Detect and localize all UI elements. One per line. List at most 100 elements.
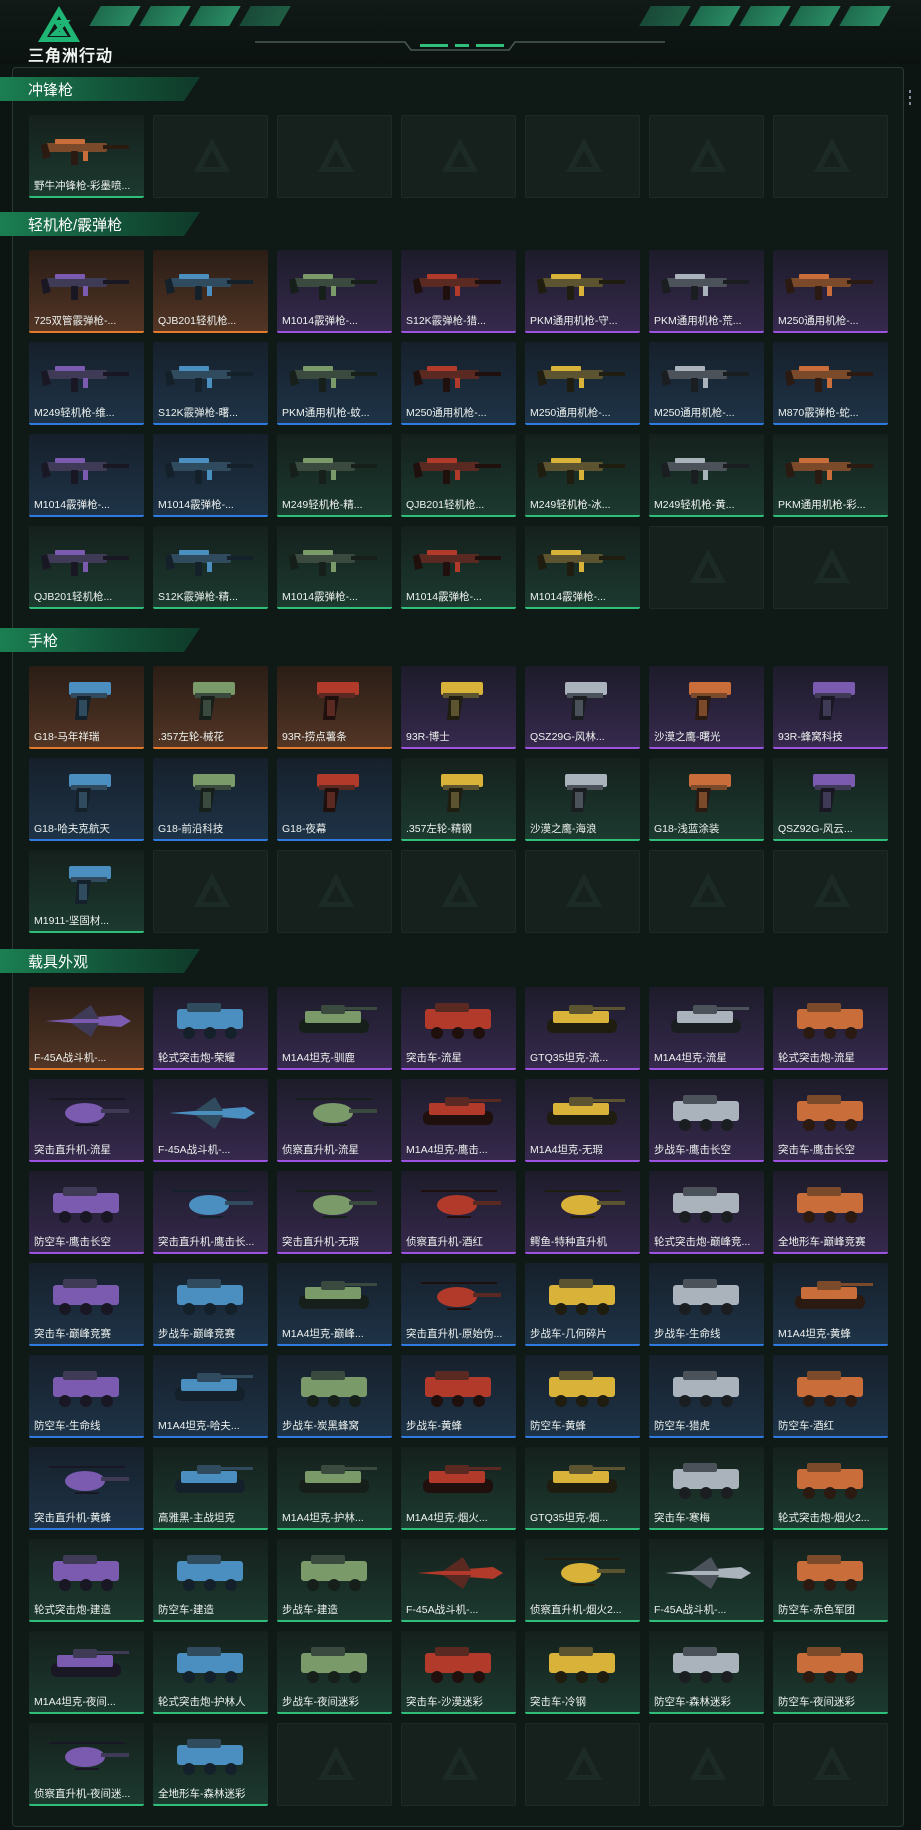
skin-card[interactable]: M250通用机枪-... bbox=[773, 250, 888, 333]
skin-card[interactable]: 轮式突击炮-巅峰竞... bbox=[649, 1171, 764, 1254]
skin-card[interactable]: M249轻机枪-维... bbox=[29, 342, 144, 425]
skin-card[interactable]: 防空车-鹰击长空 bbox=[29, 1171, 144, 1254]
skin-card[interactable]: F-45A战斗机-... bbox=[401, 1539, 516, 1622]
skin-card[interactable]: 防空车-黄蜂 bbox=[525, 1355, 640, 1438]
skin-card[interactable]: F-45A战斗机-... bbox=[153, 1079, 268, 1162]
skin-card[interactable]: GTQ35坦克-流... bbox=[525, 987, 640, 1070]
skin-card[interactable]: M1014霰弹枪-... bbox=[153, 434, 268, 517]
skin-card[interactable]: .357左轮-械花 bbox=[153, 666, 268, 749]
skin-card[interactable]: QSZ92G-风云... bbox=[773, 758, 888, 841]
skin-card[interactable]: 防空车-赤色军团 bbox=[773, 1539, 888, 1622]
skin-card[interactable]: M1A4坦克-流星 bbox=[649, 987, 764, 1070]
skin-card[interactable]: S12K霰弹枪-曙... bbox=[153, 342, 268, 425]
skin-card[interactable]: M1A4坦克-护林... bbox=[277, 1447, 392, 1530]
skin-card[interactable]: 突击车-寒梅 bbox=[649, 1447, 764, 1530]
skin-card[interactable]: PKM通用机枪-彩... bbox=[773, 434, 888, 517]
skin-card[interactable]: QJB201轻机枪... bbox=[401, 434, 516, 517]
skin-card[interactable]: 轮式突击炮-流星 bbox=[773, 987, 888, 1070]
skin-card[interactable]: M250通用机枪-... bbox=[525, 342, 640, 425]
skin-card[interactable]: 沙漠之鹰-海浪 bbox=[525, 758, 640, 841]
skin-card[interactable]: 93R-博士 bbox=[401, 666, 516, 749]
skin-card[interactable]: 轮式突击炮-建造 bbox=[29, 1539, 144, 1622]
skin-card[interactable]: F-45A战斗机-... bbox=[649, 1539, 764, 1622]
skin-card[interactable]: M1014霰弹枪-... bbox=[401, 526, 516, 609]
skin-card[interactable]: M1A4坦克-哈夫... bbox=[153, 1355, 268, 1438]
skin-card[interactable]: .357左轮-精钢 bbox=[401, 758, 516, 841]
skin-card[interactable]: M1A4坦克-巅峰... bbox=[277, 1263, 392, 1346]
skin-card[interactable]: 沙漠之鹰-曙光 bbox=[649, 666, 764, 749]
skin-card[interactable]: G18-前沿科技 bbox=[153, 758, 268, 841]
skin-card[interactable]: M1014霰弹枪-... bbox=[277, 526, 392, 609]
skin-card[interactable]: 轮式突击炮-护林人 bbox=[153, 1631, 268, 1714]
skin-card[interactable]: 93R-捞点薯条 bbox=[277, 666, 392, 749]
skin-card[interactable]: M1A4坦克-驯鹿 bbox=[277, 987, 392, 1070]
skin-card[interactable]: M250通用机枪-... bbox=[649, 342, 764, 425]
skin-card[interactable]: 突击直升机-流星 bbox=[29, 1079, 144, 1162]
skin-card[interactable]: G18-浅蓝涂装 bbox=[649, 758, 764, 841]
skin-card[interactable]: 93R-蜂窝科技 bbox=[773, 666, 888, 749]
skin-card[interactable]: M249轻机枪-冰... bbox=[525, 434, 640, 517]
skin-card[interactable]: 防空车-猎虎 bbox=[649, 1355, 764, 1438]
skin-card[interactable]: 突击车-鹰击长空 bbox=[773, 1079, 888, 1162]
skin-card[interactable]: 防空车-生命线 bbox=[29, 1355, 144, 1438]
skin-card[interactable]: 防空车-森林迷彩 bbox=[649, 1631, 764, 1714]
skin-card[interactable]: 突击直升机-鹰击长... bbox=[153, 1171, 268, 1254]
skin-card[interactable]: 步战车-建造 bbox=[277, 1539, 392, 1622]
skin-card[interactable]: QSZ29G-风林... bbox=[525, 666, 640, 749]
skin-card[interactable]: 突击直升机-原始伪... bbox=[401, 1263, 516, 1346]
skin-card[interactable]: 突击车-沙漠迷彩 bbox=[401, 1631, 516, 1714]
skin-card[interactable]: PKM通用机枪-荒... bbox=[649, 250, 764, 333]
skin-card[interactable]: 防空车-夜间迷彩 bbox=[773, 1631, 888, 1714]
skin-card[interactable]: 725双管霰弹枪-... bbox=[29, 250, 144, 333]
skin-card[interactable]: 轮式突击炮-烟火2... bbox=[773, 1447, 888, 1530]
skin-card[interactable]: QJB201轻机枪... bbox=[29, 526, 144, 609]
skin-card[interactable]: M870霰弹枪-蛇... bbox=[773, 342, 888, 425]
skin-card[interactable]: 全地形车-森林迷彩 bbox=[153, 1723, 268, 1806]
skin-card[interactable]: 突击车-流星 bbox=[401, 987, 516, 1070]
skin-card[interactable]: 突击直升机-无瑕 bbox=[277, 1171, 392, 1254]
skin-card[interactable]: 步战车-鹰击长空 bbox=[649, 1079, 764, 1162]
skin-card[interactable]: S12K霰弹枪-精... bbox=[153, 526, 268, 609]
skin-card[interactable]: 步战车-夜间迷彩 bbox=[277, 1631, 392, 1714]
skin-card[interactable]: M1014霰弹枪-... bbox=[29, 434, 144, 517]
skin-card[interactable]: 步战车-巅峰竞赛 bbox=[153, 1263, 268, 1346]
skin-card[interactable]: 防空车-酒红 bbox=[773, 1355, 888, 1438]
skin-card[interactable]: M249轻机枪-精... bbox=[277, 434, 392, 517]
skin-card[interactable]: 野牛冲锋枪-彩墨喷... bbox=[29, 115, 144, 198]
skin-card[interactable]: M1A4坦克-鹰击... bbox=[401, 1079, 516, 1162]
skin-card[interactable]: QJB201轻机枪... bbox=[153, 250, 268, 333]
skin-card[interactable]: 突击直升机-黄蜂 bbox=[29, 1447, 144, 1530]
skin-card[interactable]: 步战车-几何碎片 bbox=[525, 1263, 640, 1346]
skin-card[interactable]: M1014霰弹枪-... bbox=[277, 250, 392, 333]
skin-card[interactable]: M1A4坦克-黄蜂 bbox=[773, 1263, 888, 1346]
skin-card[interactable]: S12K霰弹枪-猎... bbox=[401, 250, 516, 333]
skin-card[interactable]: 全地形车-巅峰竞赛 bbox=[773, 1171, 888, 1254]
skin-card[interactable]: GTQ35坦克-烟... bbox=[525, 1447, 640, 1530]
skin-card[interactable]: 侦察直升机-烟火2... bbox=[525, 1539, 640, 1622]
skin-card[interactable]: 侦察直升机-流星 bbox=[277, 1079, 392, 1162]
skin-card[interactable]: M249轻机枪-黄... bbox=[649, 434, 764, 517]
skin-card[interactable]: 突击车-冷钢 bbox=[525, 1631, 640, 1714]
skin-card[interactable]: PKM通用机枪-蚊... bbox=[277, 342, 392, 425]
skin-card[interactable]: 鳄鱼-特种直升机 bbox=[525, 1171, 640, 1254]
skin-card[interactable]: 步战车-炭黑蜂窝 bbox=[277, 1355, 392, 1438]
skin-card[interactable]: 高雅黑-主战坦克 bbox=[153, 1447, 268, 1530]
skin-card[interactable]: 侦察直升机-夜间迷... bbox=[29, 1723, 144, 1806]
skin-card[interactable]: M1911-坚固材... bbox=[29, 850, 144, 933]
skin-card[interactable]: G18-哈夫克航天 bbox=[29, 758, 144, 841]
skin-card[interactable]: 步战车-黄蜂 bbox=[401, 1355, 516, 1438]
skin-card[interactable]: PKM通用机枪-守... bbox=[525, 250, 640, 333]
skin-card[interactable]: M1014霰弹枪-... bbox=[525, 526, 640, 609]
skin-card[interactable]: F-45A战斗机-... bbox=[29, 987, 144, 1070]
skin-card[interactable]: 突击车-巅峰竞赛 bbox=[29, 1263, 144, 1346]
skin-card[interactable]: 防空车-建造 bbox=[153, 1539, 268, 1622]
skin-card[interactable]: M250通用机枪-... bbox=[401, 342, 516, 425]
skin-card[interactable]: 侦察直升机-酒红 bbox=[401, 1171, 516, 1254]
scrollbar-handle[interactable] bbox=[908, 90, 912, 110]
skin-card[interactable]: M1A4坦克-无瑕 bbox=[525, 1079, 640, 1162]
skin-card[interactable]: G18-夜幕 bbox=[277, 758, 392, 841]
skin-card[interactable]: M1A4坦克-烟火... bbox=[401, 1447, 516, 1530]
skin-card[interactable]: 步战车-生命线 bbox=[649, 1263, 764, 1346]
skin-card[interactable]: 轮式突击炮-荣耀 bbox=[153, 987, 268, 1070]
skin-card[interactable]: G18-马年祥瑞 bbox=[29, 666, 144, 749]
